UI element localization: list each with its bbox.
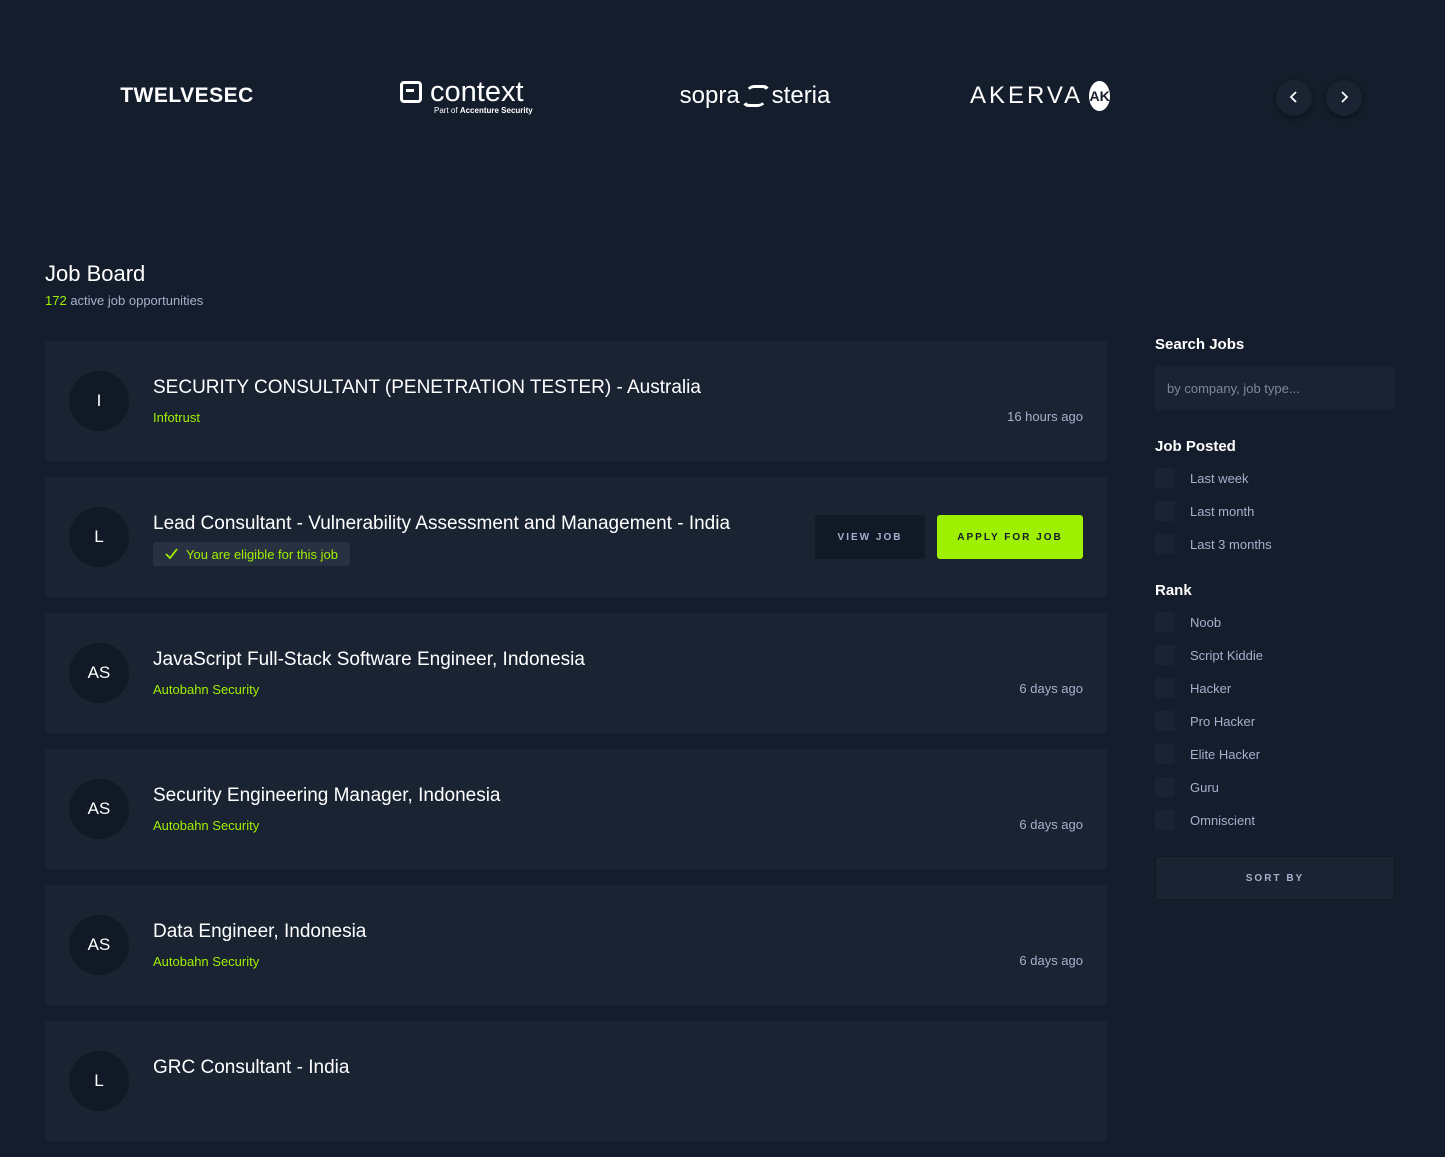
akerva-mark-text: AK — [1089, 88, 1110, 104]
company-avatar: AS — [69, 915, 129, 975]
posted-time: 6 days ago — [1019, 681, 1083, 696]
sopra-steria-logo[interactable]: sopra steria — [673, 74, 837, 118]
context-mark-icon — [400, 81, 422, 103]
job-title[interactable]: Security Engineering Manager, Indonesia — [153, 785, 501, 807]
filter-label: Last 3 months — [1190, 536, 1272, 552]
search-jobs-heading: Search Jobs — [1155, 336, 1245, 353]
company-avatar: L — [69, 507, 129, 567]
context-logo[interactable]: context Part of Accenture Security — [400, 74, 542, 118]
job-card[interactable]: AS Data Engineer, Indonesia Autobahn Sec… — [45, 885, 1107, 1005]
job-posted-heading: Job Posted — [1155, 438, 1236, 455]
checkbox[interactable] — [1155, 810, 1175, 830]
job-title[interactable]: SECURITY CONSULTANT (PENETRATION TESTER)… — [153, 377, 701, 399]
job-count: 172 — [45, 293, 67, 308]
steria-logo-text: steria — [771, 82, 831, 109]
job-title[interactable]: Data Engineer, Indonesia — [153, 921, 366, 943]
filter-sidebar: Search Jobs Job Posted Last week Last mo… — [1155, 336, 1395, 900]
check-icon — [165, 547, 178, 562]
carousel-prev-button[interactable] — [1276, 80, 1312, 116]
eligibility-badge: You are eligible for this job — [153, 542, 351, 566]
eligibility-text: You are eligible for this job — [186, 546, 339, 562]
filter-label: Script Kiddie — [1190, 647, 1263, 663]
akerva-logo[interactable]: AKERVA AK — [970, 74, 1110, 118]
checkbox[interactable] — [1155, 468, 1175, 488]
company-name[interactable]: Infotrust — [153, 410, 200, 425]
posted-time: 6 days ago — [1019, 817, 1083, 832]
filter-option-script-kiddie[interactable]: Script Kiddie — [1155, 645, 1395, 665]
twelvesec-logo[interactable]: TWELVESEC — [120, 74, 253, 118]
checkbox[interactable] — [1155, 645, 1175, 665]
filter-option-elite-hacker[interactable]: Elite Hacker — [1155, 744, 1395, 764]
posted-time: 16 hours ago — [1007, 409, 1083, 424]
filter-option-pro-hacker[interactable]: Pro Hacker — [1155, 711, 1395, 731]
apply-for-job-button[interactable]: APPLY FOR JOB — [937, 515, 1083, 559]
filter-option-noob[interactable]: Noob — [1155, 612, 1395, 632]
filter-option-last-3-months[interactable]: Last 3 months — [1155, 534, 1395, 554]
sopra-steria-mark-icon — [739, 85, 772, 107]
page-title: Job Board — [45, 261, 146, 286]
checkbox[interactable] — [1155, 612, 1175, 632]
checkbox[interactable] — [1155, 534, 1175, 554]
job-list: I SECURITY CONSULTANT (PENETRATION TESTE… — [45, 341, 1107, 1157]
company-avatar: AS — [69, 779, 129, 839]
view-job-button[interactable]: VIEW JOB — [815, 515, 925, 559]
rank-heading: Rank — [1155, 582, 1192, 599]
company-avatar: I — [69, 371, 129, 431]
filter-label: Last week — [1190, 470, 1249, 486]
filter-option-omniscient[interactable]: Omniscient — [1155, 810, 1395, 830]
job-title[interactable]: JavaScript Full-Stack Software Engineer,… — [153, 649, 585, 671]
job-card[interactable]: I SECURITY CONSULTANT (PENETRATION TESTE… — [45, 341, 1107, 461]
partner-carousel: TWELVESEC context Part of Accenture Secu… — [0, 0, 1445, 200]
company-name[interactable]: Autobahn Security — [153, 954, 259, 969]
checkbox[interactable] — [1155, 711, 1175, 731]
filter-option-last-month[interactable]: Last month — [1155, 501, 1395, 521]
akerva-logo-text: AKERVA — [970, 82, 1084, 109]
filter-option-last-week[interactable]: Last week — [1155, 468, 1395, 488]
company-name[interactable]: Autobahn Security — [153, 818, 259, 833]
sopra-logo-text: sopra — [679, 82, 740, 109]
chevron-right-icon — [1338, 90, 1350, 106]
job-count-suffix: active job opportunities — [70, 293, 204, 308]
filter-label: Hacker — [1190, 680, 1232, 696]
filter-label: Omniscient — [1190, 812, 1256, 828]
filter-option-hacker[interactable]: Hacker — [1155, 678, 1395, 698]
chevron-left-icon — [1288, 90, 1300, 106]
rank-filter-group: Rank Noob Script Kiddie Hacker Pro Hacke… — [1155, 582, 1395, 830]
job-title[interactable]: GRC Consultant - India — [153, 1057, 349, 1079]
job-card[interactable]: AS Security Engineering Manager, Indones… — [45, 749, 1107, 869]
context-logo-subtitle: Part of Accenture Security — [434, 106, 533, 115]
checkbox[interactable] — [1155, 777, 1175, 797]
context-logo-text: context — [430, 76, 524, 108]
sort-by-button[interactable]: SORT BY — [1155, 856, 1395, 900]
context-sub-prefix: Part of — [434, 106, 458, 115]
company-avatar: AS — [69, 643, 129, 703]
akerva-mark-icon: AK — [1089, 81, 1110, 111]
job-title[interactable]: Lead Consultant - Vulnerability Assessme… — [153, 513, 730, 535]
carousel-next-button[interactable] — [1326, 80, 1362, 116]
filter-label: Last month — [1190, 503, 1255, 519]
posted-time: 6 days ago — [1019, 953, 1083, 968]
checkbox[interactable] — [1155, 501, 1175, 521]
filter-label: Guru — [1190, 779, 1219, 795]
company-name[interactable]: Autobahn Security — [153, 682, 259, 697]
search-input[interactable] — [1155, 366, 1395, 410]
job-posted-filter-group: Job Posted Last week Last month Last 3 m… — [1155, 438, 1395, 554]
filter-label: Elite Hacker — [1190, 746, 1261, 762]
filter-label: Pro Hacker — [1190, 713, 1256, 729]
checkbox[interactable] — [1155, 744, 1175, 764]
twelvesec-logo-text: TWELVESEC — [120, 84, 254, 107]
job-card[interactable]: AS JavaScript Full-Stack Software Engine… — [45, 613, 1107, 733]
filter-option-guru[interactable]: Guru — [1155, 777, 1395, 797]
filter-label: Noob — [1190, 614, 1222, 630]
job-card[interactable]: L Lead Consultant - Vulnerability Assess… — [45, 477, 1107, 597]
company-avatar: L — [69, 1051, 129, 1111]
context-sub-brand: Accenture Security — [459, 106, 533, 115]
job-card[interactable]: L GRC Consultant - India — [45, 1021, 1107, 1141]
job-count-subtitle: 172 active job opportunities — [45, 293, 203, 308]
checkbox[interactable] — [1155, 678, 1175, 698]
